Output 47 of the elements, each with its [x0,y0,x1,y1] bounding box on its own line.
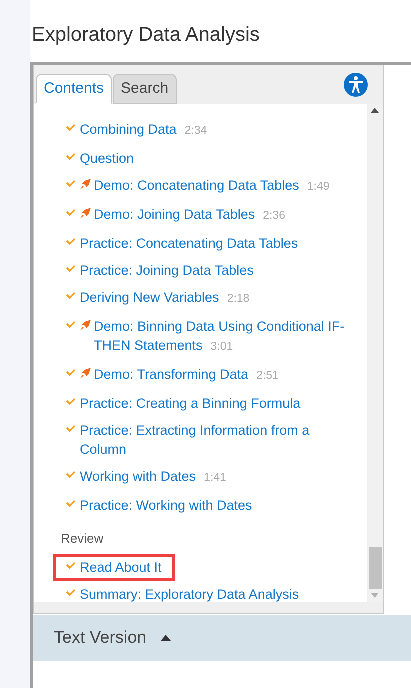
lesson-item[interactable]: Practice: Concatenating Data Tables [53,230,367,257]
lesson-item[interactable]: Practice: Joining Data Tables [53,257,367,284]
lesson-item[interactable]: Practice: Creating a Binning Formula [53,390,367,417]
tab[interactable]: Contents [36,74,112,104]
lesson-item[interactable]: Practice: Working with Dates [53,492,367,519]
caret-up-icon [160,635,171,641]
duration-label: 1:41 [204,472,226,484]
lesson-item[interactable]: Practice: Extracting Information from a Column [53,417,367,463]
section-heading: Review [61,530,104,548]
duration-label: 1:49 [307,181,330,193]
scroll-up-icon[interactable] [371,108,379,113]
page-title: Exploratory Data Analysis [31,23,260,48]
text-version-bar[interactable]: Text Version [33,615,411,661]
lesson-title: Practice: Creating a Binning Formula [80,395,301,413]
lesson-title: Combining Data 2:34 [80,121,208,139]
lesson-title: Practice: Concatenating Data Tables [80,235,298,253]
lesson-item[interactable]: Deriving New Variables 2:18 [53,284,367,313]
lesson-item[interactable]: Question [53,145,367,172]
lesson-item[interactable]: Read About It [53,554,175,581]
duration-label: 2:51 [256,370,279,382]
lesson-item[interactable]: Demo: Concatenating Data Tables 1:49 [53,172,367,201]
lesson-title: Practice: Extracting Information from a Column [80,422,311,459]
lesson-title: Demo: Transforming Data 2:51 [94,366,279,384]
lesson-title: Working with Dates 1:41 [80,468,226,486]
tab[interactable]: Search [113,74,177,104]
scrollbar-thumb[interactable] [368,547,382,589]
duration-label: 2:34 [184,125,208,137]
lesson-item[interactable]: Demo: Joining Data Tables 2:36 [53,201,367,230]
lesson-item[interactable]: Demo: Binning Data Using Conditional IF-THEN Statements 3:01 [53,313,367,361]
lesson-title: Demo: Concatenating Data Tables 1:49 [94,177,330,195]
lesson-title: Demo: Binning Data Using Conditional IF-THEN Statements 3:01 [94,318,346,355]
lesson-title: Read About It [80,559,162,577]
lesson-title: Deriving New Variables 2:18 [80,289,250,307]
lesson-title: Summary: Exploratory Data Analysis [80,586,300,602]
lesson-item[interactable]: Summary: Exploratory Data Analysis [53,581,367,602]
lesson-title: Demo: Joining Data Tables 2:36 [94,206,286,224]
duration-label: 3:01 [210,341,234,353]
lesson-title: Question [80,150,134,168]
duration-label: 2:36 [263,210,286,222]
text-version-label: Text Version [54,627,147,650]
lesson-item[interactable]: Demo: Transforming Data 2:51 [53,361,367,390]
accessibility-icon[interactable] [344,73,368,97]
lesson-item[interactable]: Combining Data 2:34 [53,116,367,145]
lesson-item[interactable]: Working with Dates 1:41 [53,463,367,492]
duration-label: 2:18 [227,293,250,305]
lesson-title: Practice: Working with Dates [80,497,252,515]
lesson-title: Practice: Joining Data Tables [80,262,254,280]
